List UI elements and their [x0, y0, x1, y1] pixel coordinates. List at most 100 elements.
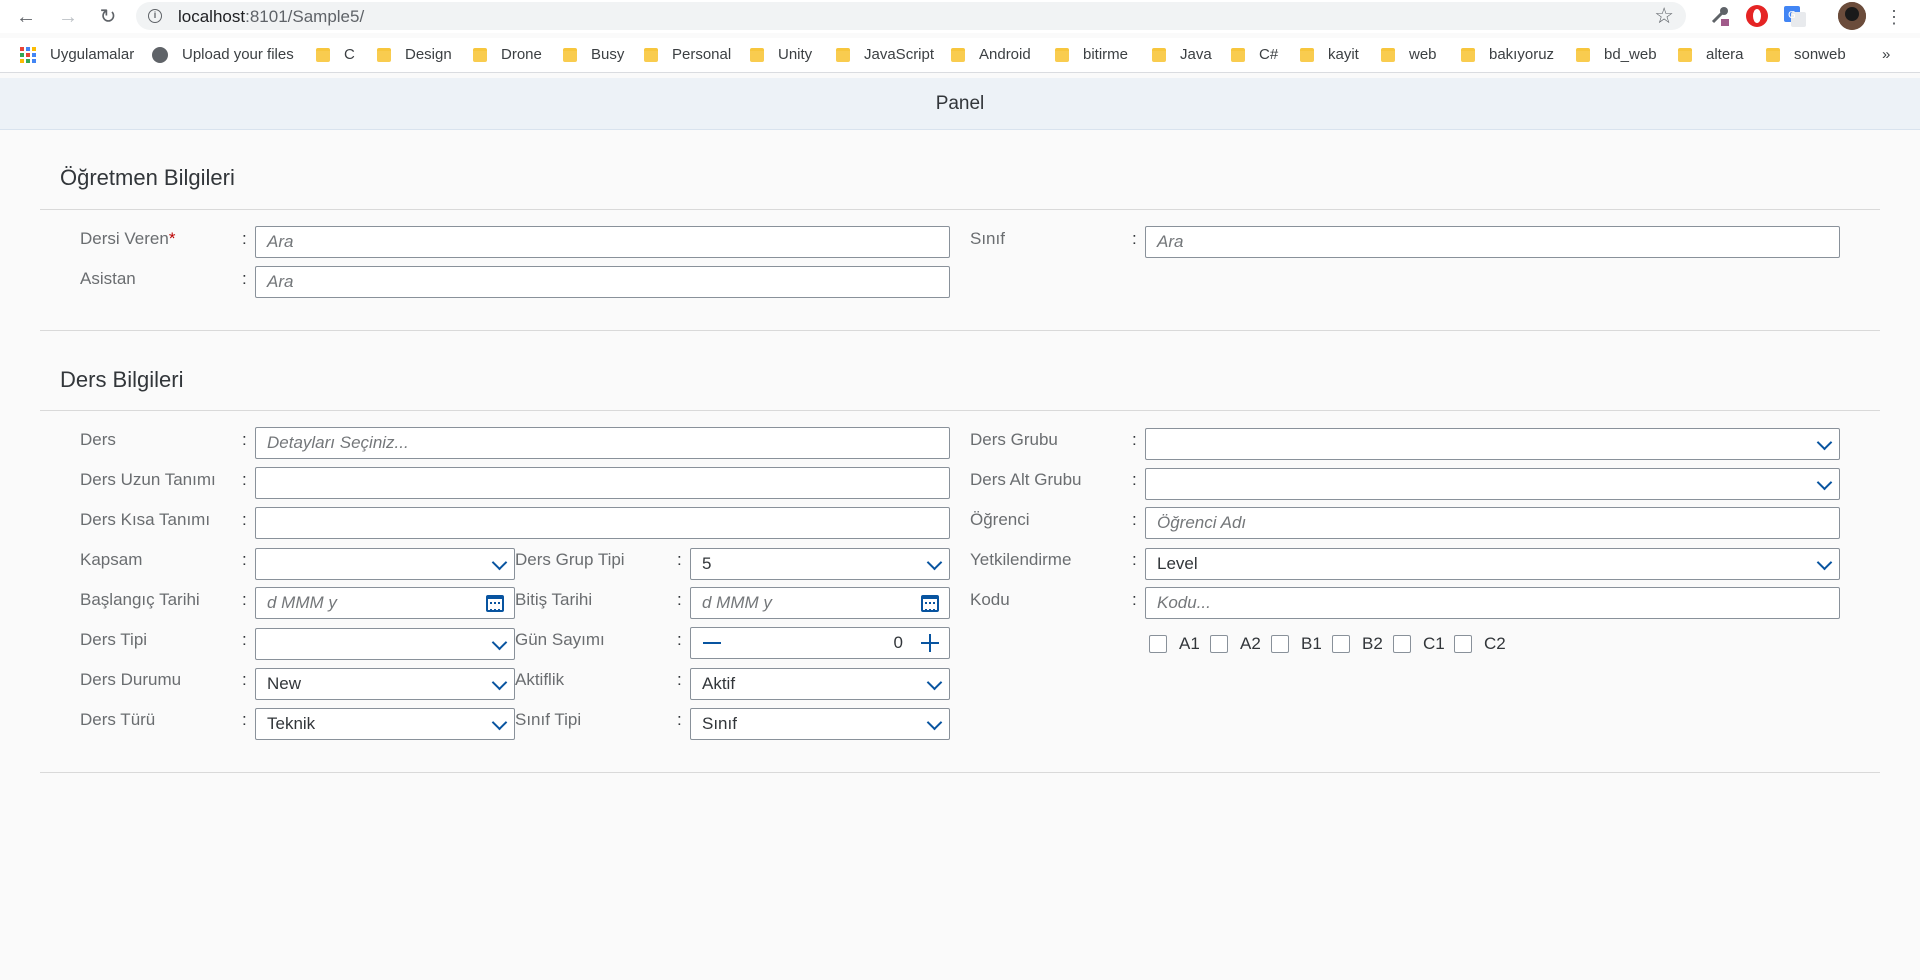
chevron-down-icon[interactable] [1817, 557, 1829, 569]
bookmark-folder[interactable]: bitirme [1055, 46, 1128, 63]
ders-grubu-label: Ders Grubu [970, 430, 1058, 449]
chevron-down-icon[interactable] [492, 717, 504, 729]
opera-extension-icon[interactable] [1745, 4, 1769, 28]
checkbox-box[interactable] [1210, 635, 1228, 653]
menu-kebab-icon[interactable]: ⋮ [1880, 3, 1908, 31]
ders-input[interactable]: Detayları Seçiniz... [255, 427, 950, 459]
kodu-input[interactable]: Kodu... [1145, 587, 1840, 619]
sinif-tipi-select[interactable]: Sınıf [690, 708, 950, 740]
colon: : [1132, 510, 1137, 529]
bookmarks-overflow-icon[interactable]: » [1882, 46, 1890, 63]
globe-icon [152, 46, 168, 63]
chevron-down-icon[interactable] [492, 557, 504, 569]
chevron-down-icon[interactable] [927, 677, 939, 689]
bookmark-folder[interactable]: altera [1678, 46, 1744, 63]
bookmark-upload[interactable]: Upload your files [152, 46, 294, 63]
level-checkbox-a2[interactable]: A2 [1210, 634, 1261, 654]
folder-icon [1231, 47, 1245, 62]
calendar-icon[interactable] [486, 595, 504, 612]
info-icon[interactable]: i [148, 9, 162, 23]
back-icon[interactable]: ← [12, 3, 40, 31]
folder-icon [951, 47, 965, 62]
level-checkbox-c1[interactable]: C1 [1393, 634, 1445, 654]
bookmark-folder[interactable]: C# [1231, 46, 1278, 63]
bookmark-folder[interactable]: JavaScript [836, 46, 934, 63]
address-bar[interactable]: i localhost:8101/Sample5/ ☆ [136, 2, 1686, 30]
checkbox-box[interactable] [1271, 635, 1289, 653]
bookmark-folder[interactable]: Unity [750, 46, 812, 63]
checkbox-box[interactable] [1454, 635, 1472, 653]
gun-sayimi-stepper[interactable]: 0 [690, 627, 950, 659]
ders-grubu-select[interactable] [1145, 428, 1840, 460]
colon: : [242, 630, 247, 649]
colon: : [242, 269, 247, 288]
bitis-tarihi-label: Bitiş Tarihi [515, 590, 593, 609]
gun-sayimi-value: 0 [893, 633, 903, 652]
colon: : [677, 590, 682, 609]
ders-alt-grubu-select[interactable] [1145, 468, 1840, 500]
colon: : [1132, 470, 1137, 489]
colon: : [1132, 430, 1137, 449]
panel-title: Panel [0, 78, 1920, 130]
chevron-down-icon[interactable] [492, 637, 504, 649]
minus-icon[interactable] [703, 642, 721, 644]
bookmark-folder[interactable]: Drone [473, 46, 542, 63]
sinif-label: Sınıf [970, 229, 1005, 248]
bookmark-folder[interactable]: web [1381, 46, 1437, 63]
reload-icon[interactable]: ↻ [94, 3, 122, 31]
bookmark-folder[interactable]: Java [1152, 46, 1212, 63]
folder-icon [377, 47, 391, 62]
bookmark-folder[interactable]: kayit [1300, 46, 1359, 63]
forward-icon[interactable]: → [54, 3, 82, 31]
folder-icon [1152, 47, 1166, 62]
ders-durumu-select[interactable]: New [255, 668, 515, 700]
checkbox-box[interactable] [1332, 635, 1350, 653]
bitis-tarihi-datepicker[interactable]: d MMM y [690, 587, 950, 619]
aktiflik-select[interactable]: Aktif [690, 668, 950, 700]
chevron-down-icon[interactable] [927, 717, 939, 729]
calendar-icon[interactable] [921, 595, 939, 612]
level-checkbox-b1[interactable]: B1 [1271, 634, 1322, 654]
ders-turu-select[interactable]: Teknik [255, 708, 515, 740]
dersi-veren-input[interactable]: Ara [255, 226, 950, 258]
level-checkbox-c2[interactable]: C2 [1454, 634, 1506, 654]
ders-durumu-label: Ders Durumu [80, 670, 182, 689]
folder-icon [316, 47, 330, 62]
baslangic-tarihi-datepicker[interactable]: d MMM y [255, 587, 515, 619]
chevron-down-icon[interactable] [927, 557, 939, 569]
colon: : [242, 229, 247, 248]
bookmark-folder[interactable]: Busy [563, 46, 624, 63]
bookmark-folder[interactable]: bd_web [1576, 46, 1657, 63]
bookmarks-bar: Uygulamalar Upload your files C Design D… [0, 38, 1920, 73]
bookmark-folder[interactable]: Android [951, 46, 1031, 63]
bookmark-apps[interactable]: Uygulamalar [20, 46, 134, 63]
yetkilendirme-select[interactable]: Level [1145, 548, 1840, 580]
bookmark-folder[interactable]: Design [377, 46, 452, 63]
ders-tipi-select[interactable] [255, 628, 515, 660]
asistan-input[interactable]: Ara [255, 266, 950, 298]
chevron-down-icon[interactable] [1817, 477, 1829, 489]
profile-avatar[interactable] [1838, 2, 1866, 30]
bookmark-folder[interactable]: Personal [644, 46, 731, 63]
section-title-teacher: Öğretmen Bilgileri [60, 165, 235, 190]
plus-icon[interactable] [921, 634, 939, 652]
bookmark-folder[interactable]: C [316, 46, 355, 63]
chevron-down-icon[interactable] [1817, 437, 1829, 449]
eyedropper-extension-icon[interactable] [1707, 4, 1731, 28]
chevron-down-icon[interactable] [492, 677, 504, 689]
ogrenci-input[interactable]: Öğrenci Adı [1145, 507, 1840, 539]
bookmark-folder[interactable]: bakıyoruz [1461, 46, 1554, 63]
ders-kisa-tanimi-input[interactable] [255, 507, 950, 539]
level-checkbox-a1[interactable]: A1 [1149, 634, 1200, 654]
checkbox-box[interactable] [1149, 635, 1167, 653]
kapsam-select[interactable] [255, 548, 515, 580]
level-checkbox-b2[interactable]: B2 [1332, 634, 1383, 654]
ders-uzun-tanimi-input[interactable] [255, 467, 950, 499]
aktiflik-label: Aktiflik [515, 670, 565, 689]
checkbox-box[interactable] [1393, 635, 1411, 653]
ders-grup-tipi-select[interactable]: 5 [690, 548, 950, 580]
sinif-input[interactable]: Ara [1145, 226, 1840, 258]
bookmark-star-icon[interactable]: ☆ [1654, 3, 1674, 29]
translate-extension-icon[interactable]: G [1783, 4, 1807, 28]
bookmark-folder[interactable]: sonweb [1766, 46, 1846, 63]
